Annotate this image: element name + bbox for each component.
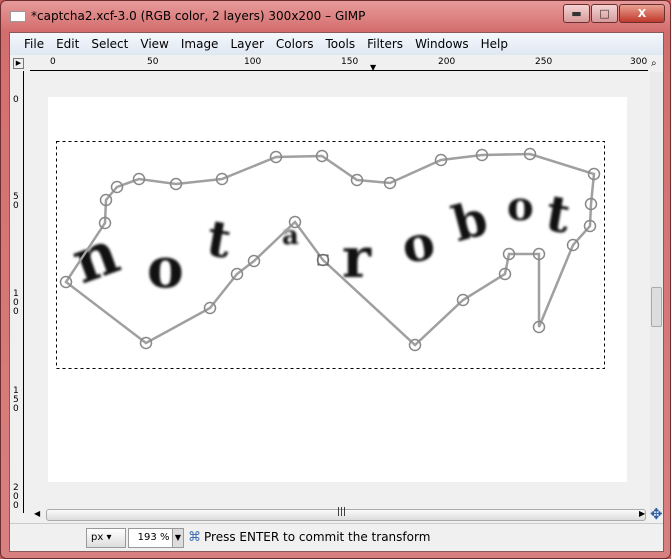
horizontal-scrollbar[interactable]: |||: [46, 507, 646, 521]
ruler-label: 5 0: [13, 192, 19, 211]
ruler-label: 0: [50, 57, 56, 67]
menu-filters[interactable]: Filters: [361, 33, 409, 55]
zoom-navigate-icon[interactable]: ⌕: [651, 58, 657, 69]
ruler-label: 200: [438, 57, 456, 67]
menu-help[interactable]: Help: [475, 33, 514, 55]
ruler-label: 1 5 0: [13, 386, 19, 414]
pointer-marker-icon: ▼: [370, 63, 377, 72]
menubar: File Edit Select View Image Layer Colors…: [10, 33, 663, 55]
menu-colors[interactable]: Colors: [270, 33, 320, 55]
vertical-scrollbar[interactable]: [650, 72, 663, 513]
gimp-app-icon: [10, 11, 26, 22]
ruler-label: 0: [13, 95, 19, 105]
letter: o: [507, 183, 534, 230]
close-button[interactable]: X: [619, 4, 665, 23]
horizontal-ruler: 0 50 100 150 200 250 300 ▼: [30, 57, 648, 72]
menu-view[interactable]: View: [134, 33, 174, 55]
menu-tools[interactable]: Tools: [320, 33, 362, 55]
canvas-area[interactable]: n o t a r o b o t: [25, 72, 648, 513]
maximize-button[interactable]: □: [591, 4, 618, 23]
minimize-button[interactable]: ▬: [563, 4, 590, 23]
image-window: File Edit Select View Image Layer Colors…: [9, 32, 664, 552]
ruler-label: 300: [630, 57, 648, 67]
letter: o: [147, 235, 184, 300]
statusbar: px ▾ 193 % ▼ ⌘ Press ENTER to commit the…: [10, 523, 663, 551]
ruler-label: 150: [341, 57, 359, 67]
ruler-label: 50: [147, 57, 159, 67]
scroll-right-arrow[interactable]: ▶: [639, 509, 645, 518]
navigate-icon[interactable]: ✥: [650, 505, 663, 523]
zoom-value: 193 %: [137, 532, 170, 543]
scroll-left-arrow[interactable]: ◀: [34, 509, 40, 518]
scroll-grip-icon: |||: [337, 507, 347, 517]
window-title: *captcha2.xcf-3.0 (RGB color, 2 layers) …: [31, 9, 366, 23]
ruler-label: 100: [244, 57, 262, 67]
menu-select[interactable]: Select: [85, 33, 134, 55]
vertical-ruler: 0 5 0 1 0 0 1 5 0 2 0 0: [10, 71, 24, 513]
vertical-scroll-thumb[interactable]: [651, 287, 662, 327]
gimp-window: *captcha2.xcf-3.0 (RGB color, 2 layers) …: [0, 0, 671, 559]
zoom-dropdown-button[interactable]: ▼: [172, 529, 183, 547]
ruler-label: 250: [535, 57, 553, 67]
status-message: Press ENTER to commit the transform: [204, 530, 431, 544]
unit-selector[interactable]: px ▾: [86, 528, 126, 548]
menu-windows[interactable]: Windows: [409, 33, 475, 55]
menu-edit[interactable]: Edit: [50, 33, 85, 55]
unit-value: px: [91, 532, 104, 543]
menu-layer[interactable]: Layer: [224, 33, 269, 55]
ruler-label: 1 0 0: [13, 289, 19, 317]
menu-file[interactable]: File: [18, 33, 50, 55]
menu-image[interactable]: Image: [175, 33, 225, 55]
ruler-label: 2 0 0: [13, 483, 19, 511]
menu-arrow-button[interactable]: ▶: [13, 58, 24, 69]
cage-tool-icon: ⌘: [188, 530, 201, 545]
